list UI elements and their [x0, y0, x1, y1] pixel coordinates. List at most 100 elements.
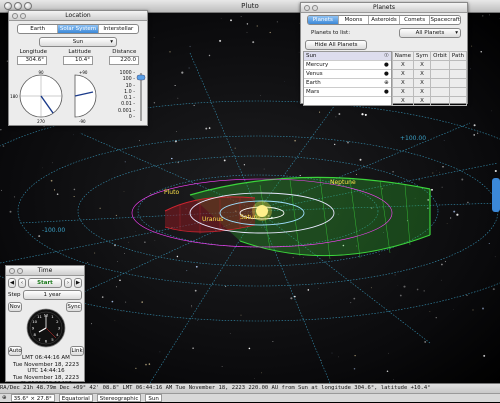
latitude-field[interactable]: 10.4°: [63, 56, 93, 65]
clock-dial[interactable]: 121234567891011: [6, 308, 86, 348]
star: [119, 280, 121, 282]
distance-slider-thumb[interactable]: [137, 75, 145, 80]
table-row: XX: [392, 61, 466, 70]
hide-all-planets-button[interactable]: Hide All Planets: [305, 40, 367, 50]
center-object-select[interactable]: Sun ▾: [39, 37, 117, 47]
column-path: Path: [449, 52, 466, 61]
scroll-handle[interactable]: [492, 178, 500, 212]
star: [473, 134, 475, 136]
tab-moons[interactable]: Moons: [339, 16, 370, 24]
panel-close-icon[interactable]: [12, 13, 18, 19]
star: [261, 372, 262, 373]
planet-list-item[interactable]: Mars●: [304, 88, 391, 97]
panel-minimize-icon[interactable]: [312, 5, 318, 11]
distance-label: Distance: [112, 49, 136, 55]
planet-list-item[interactable]: Mercury●: [304, 61, 391, 70]
option-checkbox-sym[interactable]: X: [414, 70, 431, 79]
start-button[interactable]: Start: [28, 278, 62, 288]
option-checkbox-name[interactable]: X: [392, 97, 413, 106]
forward-button[interactable]: ›: [64, 278, 72, 288]
option-checkbox-sym[interactable]: X: [414, 79, 431, 88]
star: [477, 133, 478, 134]
star: [241, 315, 242, 316]
tab-solar-system[interactable]: Solar System: [58, 25, 98, 33]
tab-earth[interactable]: Earth: [18, 25, 58, 33]
star: [247, 32, 248, 33]
planets-list-select[interactable]: All Planets ▾: [399, 28, 461, 38]
panel-minimize-icon[interactable]: [17, 268, 23, 274]
star: [453, 211, 455, 213]
star: [442, 166, 443, 167]
star: [338, 113, 340, 115]
planet-list-item[interactable]: Venus●: [304, 70, 391, 79]
center-object-field[interactable]: Sun: [145, 394, 161, 402]
option-checkbox-orbit[interactable]: [431, 79, 450, 88]
planet-name: Earth: [306, 79, 321, 87]
star: [196, 266, 198, 268]
option-checkbox-name[interactable]: X: [392, 61, 413, 70]
option-checkbox-path[interactable]: [449, 79, 466, 88]
panel-close-icon[interactable]: [9, 268, 15, 274]
distance-field[interactable]: 220.0: [109, 56, 139, 65]
star: [124, 191, 125, 192]
option-checkbox-sym[interactable]: X: [414, 97, 431, 106]
step-forward-button[interactable]: ▶: [74, 278, 82, 288]
option-checkbox-path[interactable]: [449, 61, 466, 70]
panel-minimize-icon[interactable]: [20, 13, 26, 19]
star: [332, 353, 333, 354]
column-name: Name: [392, 52, 413, 61]
panel-close-icon[interactable]: [304, 5, 310, 11]
projection-select[interactable]: Stereographic: [97, 394, 142, 402]
option-checkbox-name[interactable]: X: [392, 79, 413, 88]
star: [252, 41, 254, 43]
star: [308, 289, 310, 291]
planet-name: Venus: [306, 70, 323, 78]
grid-label-positive: +100.00: [400, 135, 426, 142]
column-sym: Sym: [414, 52, 431, 61]
planet-list-item[interactable]: Earth⊕: [304, 79, 391, 88]
tab-spacecraft[interactable]: Spacecraft: [430, 16, 460, 24]
option-checkbox-orbit[interactable]: [431, 97, 450, 106]
svg-text:+90: +90: [79, 70, 88, 75]
star: [336, 117, 337, 118]
tab-asteroids[interactable]: Asteroids: [369, 16, 400, 24]
option-checkbox-sym[interactable]: X: [414, 61, 431, 70]
star: [116, 215, 117, 216]
step-back-button[interactable]: ◀: [8, 278, 16, 288]
star: [483, 355, 485, 357]
star: [100, 208, 101, 209]
planet-symbol-icon: ●: [384, 88, 389, 96]
star: [102, 296, 104, 298]
option-checkbox-orbit[interactable]: [431, 70, 450, 79]
step-select[interactable]: 1 year: [23, 290, 82, 300]
planet-list: Sun☉Mercury●Venus●Earth⊕Mars●: [303, 51, 392, 106]
star: [125, 161, 126, 162]
star: [195, 290, 197, 292]
tab-interstellar[interactable]: Interstellar: [99, 25, 138, 33]
star: [453, 309, 454, 310]
option-checkbox-path[interactable]: [449, 88, 466, 97]
clock-number: 10: [32, 319, 37, 324]
chevron-down-icon: ▾: [110, 38, 113, 46]
status-bar: RA/Dec 21h 48.79m Dec +09° 42' 08.8" LMT…: [0, 383, 500, 393]
planet-list-item[interactable]: Sun☉: [304, 52, 391, 61]
bottom-toolbar: ⊕ 35.6° × 27.8° Equatorial Stereographic…: [0, 393, 500, 402]
star: [74, 196, 75, 197]
option-checkbox-name[interactable]: X: [392, 70, 413, 79]
option-checkbox-path[interactable]: [449, 70, 466, 79]
fov-field[interactable]: 35.6° × 27.8°: [11, 394, 55, 402]
option-checkbox-orbit[interactable]: [431, 88, 450, 97]
coordinate-system-select[interactable]: Equatorial: [59, 394, 93, 402]
longitude-field[interactable]: 304.6°: [17, 56, 47, 65]
star: [125, 302, 126, 303]
option-checkbox-path[interactable]: [449, 97, 466, 106]
option-checkbox-name[interactable]: X: [392, 88, 413, 97]
option-checkbox-sym[interactable]: X: [414, 88, 431, 97]
tab-comets[interactable]: Comets: [400, 16, 431, 24]
option-checkbox-orbit[interactable]: [431, 61, 450, 70]
star: [191, 305, 192, 306]
star: [150, 193, 151, 194]
tab-planets[interactable]: Planets: [308, 16, 339, 24]
reverse-button[interactable]: ‹: [18, 278, 26, 288]
star: [145, 364, 147, 366]
